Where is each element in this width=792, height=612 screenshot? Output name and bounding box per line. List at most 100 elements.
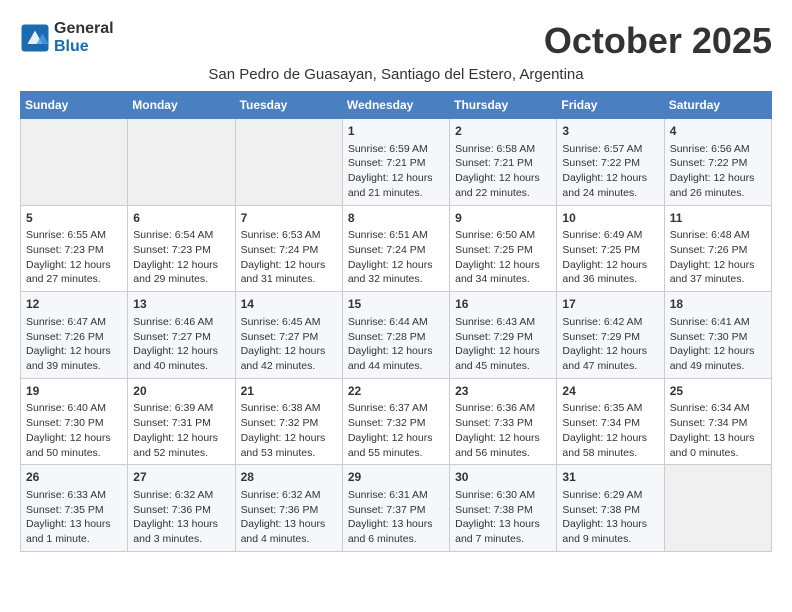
day-info: Daylight: 12 hours xyxy=(562,431,658,446)
day-info: and 42 minutes. xyxy=(241,359,337,374)
day-info: and 21 minutes. xyxy=(348,186,444,201)
day-info: Daylight: 12 hours xyxy=(455,431,551,446)
calendar-week-5: 26Sunrise: 6:33 AMSunset: 7:35 PMDayligh… xyxy=(21,465,772,552)
day-info: Sunset: 7:24 PM xyxy=(348,243,444,258)
day-info: Daylight: 12 hours xyxy=(241,431,337,446)
calendar-cell xyxy=(235,119,342,206)
calendar-cell: 15Sunrise: 6:44 AMSunset: 7:28 PMDayligh… xyxy=(342,292,449,379)
day-info: Daylight: 12 hours xyxy=(562,171,658,186)
calendar-cell: 12Sunrise: 6:47 AMSunset: 7:26 PMDayligh… xyxy=(21,292,128,379)
day-info: Sunrise: 6:43 AM xyxy=(455,315,551,330)
day-info: Sunset: 7:27 PM xyxy=(133,330,229,345)
day-info: Sunrise: 6:53 AM xyxy=(241,228,337,243)
day-info: and 55 minutes. xyxy=(348,446,444,461)
day-number: 30 xyxy=(455,469,551,486)
day-number: 23 xyxy=(455,383,551,400)
calendar-week-2: 5Sunrise: 6:55 AMSunset: 7:23 PMDaylight… xyxy=(21,205,772,292)
day-info: Sunset: 7:23 PM xyxy=(133,243,229,258)
day-info: Sunrise: 6:50 AM xyxy=(455,228,551,243)
calendar-cell: 11Sunrise: 6:48 AMSunset: 7:26 PMDayligh… xyxy=(664,205,771,292)
day-number: 22 xyxy=(348,383,444,400)
day-info: Sunset: 7:21 PM xyxy=(348,156,444,171)
header-saturday: Saturday xyxy=(664,92,771,119)
day-number: 16 xyxy=(455,296,551,313)
day-number: 17 xyxy=(562,296,658,313)
day-info: Sunrise: 6:46 AM xyxy=(133,315,229,330)
day-info: Sunset: 7:33 PM xyxy=(455,416,551,431)
calendar-cell: 7Sunrise: 6:53 AMSunset: 7:24 PMDaylight… xyxy=(235,205,342,292)
calendar-cell xyxy=(21,119,128,206)
calendar-cell: 2Sunrise: 6:58 AMSunset: 7:21 PMDaylight… xyxy=(450,119,557,206)
day-info: Sunrise: 6:38 AM xyxy=(241,401,337,416)
day-info: Sunset: 7:38 PM xyxy=(562,503,658,518)
calendar-cell: 9Sunrise: 6:50 AMSunset: 7:25 PMDaylight… xyxy=(450,205,557,292)
day-info: Sunset: 7:37 PM xyxy=(348,503,444,518)
day-info: and 6 minutes. xyxy=(348,532,444,547)
day-number: 15 xyxy=(348,296,444,313)
day-info: Sunrise: 6:29 AM xyxy=(562,488,658,503)
day-info: Sunset: 7:34 PM xyxy=(670,416,766,431)
day-info: Daylight: 12 hours xyxy=(670,344,766,359)
header-tuesday: Tuesday xyxy=(235,92,342,119)
calendar-cell: 19Sunrise: 6:40 AMSunset: 7:30 PMDayligh… xyxy=(21,378,128,465)
day-info: Sunrise: 6:37 AM xyxy=(348,401,444,416)
day-info: and 34 minutes. xyxy=(455,272,551,287)
day-info: Sunset: 7:23 PM xyxy=(26,243,122,258)
calendar-cell: 6Sunrise: 6:54 AMSunset: 7:23 PMDaylight… xyxy=(128,205,235,292)
calendar-cell: 31Sunrise: 6:29 AMSunset: 7:38 PMDayligh… xyxy=(557,465,664,552)
header-wednesday: Wednesday xyxy=(342,92,449,119)
day-info: Sunset: 7:29 PM xyxy=(455,330,551,345)
day-info: Sunrise: 6:49 AM xyxy=(562,228,658,243)
calendar-cell: 18Sunrise: 6:41 AMSunset: 7:30 PMDayligh… xyxy=(664,292,771,379)
day-number: 10 xyxy=(562,210,658,227)
day-info: Sunset: 7:29 PM xyxy=(562,330,658,345)
calendar-week-1: 1Sunrise: 6:59 AMSunset: 7:21 PMDaylight… xyxy=(21,119,772,206)
logo-general-text: General xyxy=(54,20,114,38)
day-info: Daylight: 12 hours xyxy=(133,258,229,273)
day-number: 13 xyxy=(133,296,229,313)
day-info: Sunset: 7:30 PM xyxy=(26,416,122,431)
day-info: and 24 minutes. xyxy=(562,186,658,201)
day-info: Sunset: 7:30 PM xyxy=(670,330,766,345)
day-info: and 7 minutes. xyxy=(455,532,551,547)
day-info: Sunset: 7:36 PM xyxy=(133,503,229,518)
day-info: Daylight: 12 hours xyxy=(26,431,122,446)
day-info: Daylight: 13 hours xyxy=(670,431,766,446)
day-info: Daylight: 12 hours xyxy=(133,431,229,446)
header-sunday: Sunday xyxy=(21,92,128,119)
day-info: Daylight: 13 hours xyxy=(241,517,337,532)
logo-blue-text: Blue xyxy=(54,38,114,56)
day-info: Sunrise: 6:36 AM xyxy=(455,401,551,416)
day-info: Daylight: 12 hours xyxy=(670,171,766,186)
day-number: 8 xyxy=(348,210,444,227)
day-info: and 52 minutes. xyxy=(133,446,229,461)
day-info: Sunrise: 6:31 AM xyxy=(348,488,444,503)
day-info: Sunrise: 6:59 AM xyxy=(348,142,444,157)
day-info: Sunset: 7:21 PM xyxy=(455,156,551,171)
calendar-subtitle: San Pedro de Guasayan, Santiago del Este… xyxy=(20,66,772,83)
day-info: Daylight: 13 hours xyxy=(26,517,122,532)
day-info: Sunrise: 6:40 AM xyxy=(26,401,122,416)
day-info: Sunrise: 6:45 AM xyxy=(241,315,337,330)
day-number: 9 xyxy=(455,210,551,227)
day-info: Sunset: 7:32 PM xyxy=(348,416,444,431)
day-info: Daylight: 12 hours xyxy=(455,258,551,273)
calendar-week-4: 19Sunrise: 6:40 AMSunset: 7:30 PMDayligh… xyxy=(21,378,772,465)
day-info: Daylight: 12 hours xyxy=(670,258,766,273)
day-info: Daylight: 13 hours xyxy=(133,517,229,532)
day-info: Sunrise: 6:32 AM xyxy=(241,488,337,503)
day-info: and 49 minutes. xyxy=(670,359,766,374)
logo: General Blue xyxy=(20,20,114,55)
day-info: and 40 minutes. xyxy=(133,359,229,374)
day-info: Sunrise: 6:58 AM xyxy=(455,142,551,157)
calendar-cell: 14Sunrise: 6:45 AMSunset: 7:27 PMDayligh… xyxy=(235,292,342,379)
day-info: Sunset: 7:22 PM xyxy=(562,156,658,171)
day-info: Daylight: 12 hours xyxy=(348,171,444,186)
day-info: Daylight: 13 hours xyxy=(455,517,551,532)
day-info: Sunset: 7:24 PM xyxy=(241,243,337,258)
day-info: Sunrise: 6:35 AM xyxy=(562,401,658,416)
day-info: Daylight: 12 hours xyxy=(241,344,337,359)
day-info: Sunrise: 6:42 AM xyxy=(562,315,658,330)
day-info: Daylight: 12 hours xyxy=(455,171,551,186)
calendar-cell: 29Sunrise: 6:31 AMSunset: 7:37 PMDayligh… xyxy=(342,465,449,552)
